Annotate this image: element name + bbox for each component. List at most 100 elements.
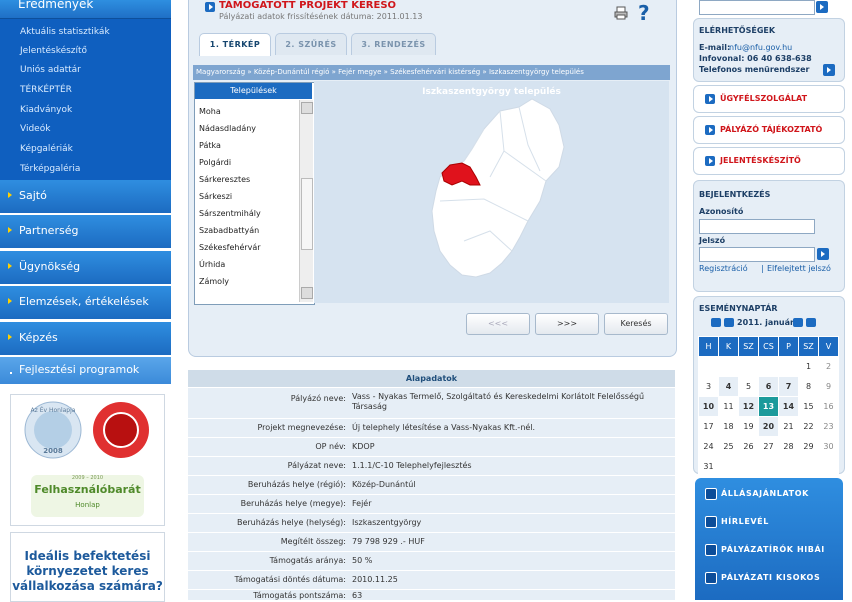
prev-button[interactable]: <<<: [466, 313, 530, 335]
nav-item-sajto[interactable]: Sajtó: [0, 180, 171, 215]
nav-item-ugynokseg[interactable]: Ügynökség: [0, 251, 171, 286]
search-button[interactable]: Keresés: [604, 313, 668, 335]
settlement-list[interactable]: Moha Nádasdladány Pátka Polgárdi Sárkere…: [194, 82, 315, 305]
help-icon[interactable]: ?: [638, 1, 650, 25]
calendar-day[interactable]: 24: [698, 436, 719, 457]
update-date: Pályázati adatok frissítésének dátuma: 2…: [219, 12, 423, 21]
password-field[interactable]: [699, 247, 815, 262]
calendar-day[interactable]: 18: [718, 416, 739, 437]
nav-item-elemzesek[interactable]: Elemzések, értékelések: [0, 286, 171, 321]
link-palyazo-tajekoztato[interactable]: PÁLYÁZÓ TÁJÉKOZTATÓ: [693, 116, 845, 144]
list-item[interactable]: Sárkeszi: [199, 192, 232, 201]
county-map[interactable]: [314, 81, 669, 303]
list-item[interactable]: Nádasdladány: [199, 124, 256, 133]
calendar-day[interactable]: 22: [798, 416, 819, 437]
calendar-day[interactable]: 8: [798, 376, 819, 397]
tab-szures[interactable]: 2. SZŰRÉS: [275, 33, 347, 55]
calendar-day-today[interactable]: 13: [758, 396, 779, 417]
link-label: HÍRLEVÉL: [721, 517, 769, 526]
link-ugyfelszolgalat[interactable]: ÜGYFÉLSZOLGÁLAT: [693, 85, 845, 113]
username-field[interactable]: [699, 219, 815, 234]
link-jelenteskeszito[interactable]: JELENTÉSKÉSZÍTŐ: [693, 147, 845, 175]
investment-ad[interactable]: Ideális befektetési környezetet keres vá…: [10, 532, 165, 602]
phone-menu-link[interactable]: Telefonos menürendszer: [699, 65, 809, 74]
list-scrollbar[interactable]: [299, 100, 313, 302]
contact-title: ELÉRHETŐSÉGEK: [699, 26, 776, 35]
map-area[interactable]: [314, 81, 669, 303]
award-badges[interactable]: Az Év Honlapja 2008 2009 – 2010 Felhaszn…: [10, 394, 165, 526]
arrow-icon: [705, 544, 717, 556]
calendar-day[interactable]: 21: [778, 416, 799, 437]
subnav-item[interactable]: Videók: [20, 124, 50, 134]
calendar-day[interactable]: 10: [698, 396, 719, 417]
phone-menu-go-icon[interactable]: [823, 64, 835, 76]
calendar-day[interactable]: 28: [778, 436, 799, 457]
nav-item-partnerseg[interactable]: Partnerség: [0, 215, 171, 250]
scroll-up-icon[interactable]: [301, 102, 313, 114]
prev-year-icon[interactable]: [711, 318, 721, 327]
subnav-item[interactable]: Uniós adattár: [20, 65, 81, 75]
calendar-day[interactable]: 27: [758, 436, 779, 457]
scroll-thumb[interactable]: [301, 178, 313, 250]
calendar-day[interactable]: 6: [758, 376, 779, 397]
subnav-item[interactable]: TÉRKÉPTÉR: [20, 85, 72, 95]
calendar-day[interactable]: 26: [738, 436, 759, 457]
scroll-down-icon[interactable]: [301, 287, 313, 299]
list-item[interactable]: Sárszentmihály: [199, 209, 261, 218]
calendar-day[interactable]: 9: [818, 376, 839, 397]
print-icon[interactable]: [614, 6, 628, 20]
next-button[interactable]: >>>: [535, 313, 599, 335]
calendar-day[interactable]: 2: [818, 356, 839, 377]
calendar-day[interactable]: 11: [718, 396, 739, 417]
list-item[interactable]: Pátka: [199, 141, 221, 150]
calendar-day[interactable]: 29: [798, 436, 819, 457]
tab-rendezes[interactable]: 3. RENDEZÉS: [351, 33, 436, 55]
calendar-day[interactable]: 15: [798, 396, 819, 417]
list-item[interactable]: Zámoly: [199, 277, 229, 286]
calendar-day[interactable]: 19: [738, 416, 759, 437]
nav-item-eredmenyek[interactable]: Eredmények: [0, 0, 171, 19]
calendar-day[interactable]: 25: [718, 436, 739, 457]
calendar-day[interactable]: 17: [698, 416, 719, 437]
list-item[interactable]: Szabadbattyán: [199, 226, 259, 235]
subnav-item[interactable]: Térképgaléria: [20, 164, 80, 174]
email-link[interactable]: nfu@nfu.gov.hu: [729, 43, 792, 52]
subnav-item[interactable]: Képgalériák: [20, 144, 73, 154]
calendar-day[interactable]: 12: [738, 396, 759, 417]
list-item[interactable]: Sárkeresztes: [199, 175, 250, 184]
calendar-day[interactable]: 23: [818, 416, 839, 437]
calendar-day[interactable]: 1: [798, 356, 819, 377]
list-item[interactable]: Polgárdi: [199, 158, 231, 167]
title-arrow-icon: [205, 2, 215, 12]
forgot-link[interactable]: Elfelejtett jelszó: [767, 264, 831, 273]
nav-item-fejlesztesi-programok[interactable]: Fejlesztési programok: [0, 357, 171, 386]
login-go-icon[interactable]: [817, 248, 829, 260]
breadcrumb-text[interactable]: Magyarország » Közép-Dunántúl régió » Fe…: [196, 68, 584, 76]
nav-label: Fejlesztési programok: [19, 363, 140, 376]
county-shape[interactable]: [431, 98, 565, 278]
calendar-day[interactable]: 30: [818, 436, 839, 457]
prev-month-icon[interactable]: [724, 318, 734, 327]
calendar-day[interactable]: 7: [778, 376, 799, 397]
top-search-input[interactable]: [699, 0, 815, 15]
calendar-day[interactable]: 20: [758, 416, 779, 437]
calendar-day[interactable]: 31: [698, 456, 719, 477]
next-month-icon[interactable]: [793, 318, 803, 327]
ad-line: környezetet keres: [26, 564, 149, 578]
subnav-item[interactable]: Aktuális statisztikák: [20, 27, 110, 37]
tab-terkep[interactable]: 1. TÉRKÉP: [199, 33, 271, 56]
calendar-day[interactable]: 3: [698, 376, 719, 397]
calendar-day[interactable]: 5: [738, 376, 759, 397]
calendar-day[interactable]: 4: [718, 376, 739, 397]
search-go-icon[interactable]: [816, 1, 828, 13]
next-year-icon[interactable]: [806, 318, 816, 327]
nav-item-kepzes[interactable]: Képzés: [0, 322, 171, 357]
register-link[interactable]: Regisztráció: [699, 264, 748, 273]
subnav-item[interactable]: Jelentéskészítő: [20, 46, 87, 56]
list-item[interactable]: Moha: [199, 107, 221, 116]
list-item[interactable]: Úrhida: [199, 260, 225, 269]
calendar-day[interactable]: 16: [818, 396, 839, 417]
list-item[interactable]: Székesfehérvár: [199, 243, 261, 252]
subnav-item[interactable]: Kiadványok: [20, 105, 72, 115]
calendar-day[interactable]: 14: [778, 396, 799, 417]
